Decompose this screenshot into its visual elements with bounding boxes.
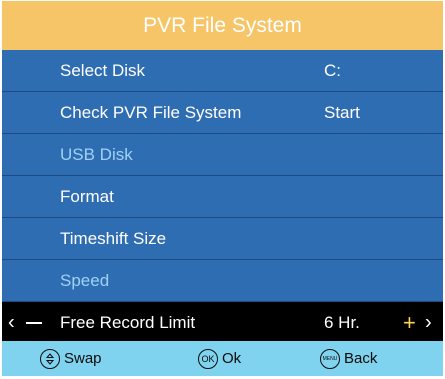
menu-item-free-record-limit[interactable]: ‹ Free Record Limit 6 Hr. + › (2, 302, 443, 344)
ok-button-icon: OK (198, 348, 218, 369)
footer-hint-bar: Swap OK Ok MENU Back (2, 341, 443, 376)
back-hint: MENU Back (320, 348, 378, 369)
menu-item-label: Timeshift Size (60, 228, 167, 248)
menu-item-check-pvr-file-system[interactable]: Check PVR File System Start (2, 92, 443, 134)
menu-item-label: Free Record Limit (60, 313, 196, 332)
menu-item-label: Format (60, 186, 114, 206)
ok-label: Ok (222, 350, 242, 367)
menu-item-speed: Speed (2, 260, 443, 302)
menu-item-label: Speed (60, 270, 110, 290)
menu-item-label: Check PVR File System (60, 102, 242, 122)
up-down-icon (40, 348, 60, 369)
menu-title: PVR File System (2, 1, 443, 50)
pvr-file-system-menu: PVR File System Select Disk C: Check PVR… (2, 1, 443, 376)
menu-item-value: C: (324, 60, 341, 80)
minus-icon[interactable] (26, 322, 42, 324)
plus-icon[interactable]: + (403, 310, 416, 336)
menu-button-icon: MENU (320, 348, 340, 369)
menu-item-select-disk[interactable]: Select Disk C: (2, 50, 443, 92)
menu-item-label: Select Disk (60, 60, 146, 80)
ok-hint: OK Ok (198, 348, 242, 369)
menu-item-value: Start (324, 102, 360, 122)
menu-item-usb-disk: USB Disk (2, 134, 443, 176)
menu-item-value: 6 Hr. (324, 313, 360, 332)
swap-hint: Swap (40, 348, 102, 369)
swap-label: Swap (64, 350, 102, 367)
right-arrow-icon[interactable]: › (425, 312, 432, 335)
menu-item-format[interactable]: Format (2, 176, 443, 218)
menu-item-timeshift-size[interactable]: Timeshift Size (2, 218, 443, 260)
left-arrow-icon[interactable]: ‹ (8, 312, 15, 335)
back-label: Back (344, 350, 378, 367)
menu-item-label: USB Disk (60, 144, 133, 164)
